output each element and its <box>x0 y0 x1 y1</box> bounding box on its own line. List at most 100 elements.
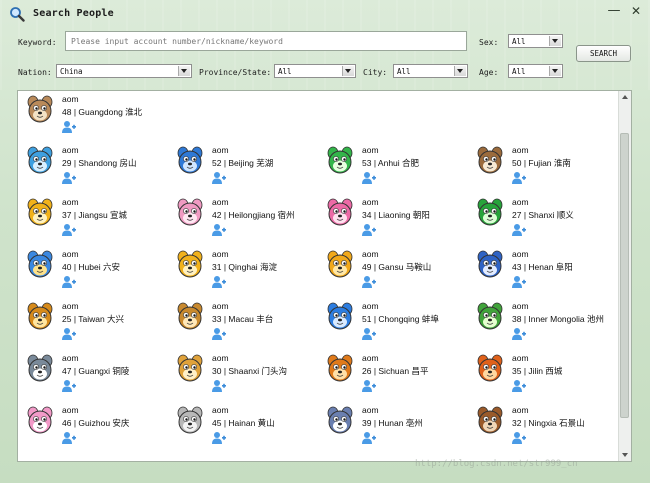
add-friend-icon[interactable] <box>361 379 377 393</box>
mallard-avatar[interactable] <box>475 302 505 332</box>
province-select[interactable]: All <box>274 64 356 78</box>
result-name[interactable]: aom <box>212 197 229 207</box>
sex-select[interactable]: All <box>508 34 563 48</box>
result-card[interactable]: aom 30 | Shaanxi 门头沟 <box>170 351 320 399</box>
add-friend-icon[interactable] <box>211 431 227 445</box>
result-card[interactable]: aom 42 | Heilongjiang 宿州 <box>170 195 320 243</box>
blue-dog-avatar[interactable] <box>175 146 205 176</box>
result-name[interactable]: aom <box>212 405 229 415</box>
result-name[interactable]: aom <box>62 197 79 207</box>
wolf-avatar[interactable] <box>475 250 505 280</box>
add-friend-icon[interactable] <box>211 275 227 289</box>
add-friend-icon[interactable] <box>61 327 77 341</box>
result-name[interactable]: aom <box>212 301 229 311</box>
result-card[interactable]: aom 40 | Hubei 六安 <box>20 247 170 295</box>
result-card[interactable]: aom 35 | Jilin 西城 <box>470 351 620 399</box>
keyword-input[interactable]: Please input account number/nickname/key… <box>65 31 467 51</box>
pig-avatar[interactable] <box>325 198 355 228</box>
result-name[interactable]: aom <box>62 405 79 415</box>
result-card[interactable]: aom 48 | Guangdong 淮北 <box>20 92 170 140</box>
raccoon-avatar[interactable] <box>25 354 55 384</box>
age-select[interactable]: All <box>508 64 563 78</box>
result-name[interactable]: aom <box>512 249 529 259</box>
close-button[interactable]: ✕ <box>628 4 644 18</box>
beaver-avatar[interactable] <box>475 406 505 436</box>
result-name[interactable]: aom <box>212 249 229 259</box>
result-name[interactable]: aom <box>62 145 79 155</box>
add-friend-icon[interactable] <box>361 327 377 341</box>
mouse-avatar[interactable] <box>325 406 355 436</box>
result-card[interactable]: aom 45 | Hainan 黄山 <box>170 403 320 451</box>
result-name[interactable]: aom <box>362 145 379 155</box>
add-friend-icon[interactable] <box>511 223 527 237</box>
result-card[interactable]: aom 25 | Taiwan 大兴 <box>20 299 170 347</box>
result-card[interactable]: aom 52 | Beijing 芜湖 <box>170 143 320 191</box>
result-name[interactable]: aom <box>212 145 229 155</box>
add-friend-icon[interactable] <box>511 379 527 393</box>
result-name[interactable]: aom <box>362 301 379 311</box>
add-friend-icon[interactable] <box>211 379 227 393</box>
result-card[interactable]: aom 32 | Ningxia 石景山 <box>470 403 620 451</box>
result-name[interactable]: aom <box>62 249 79 259</box>
add-friend-icon[interactable] <box>211 327 227 341</box>
result-name[interactable]: aom <box>362 405 379 415</box>
result-card[interactable]: aom 31 | Qinghai 海淀 <box>170 247 320 295</box>
white-cat-photo-avatar[interactable] <box>175 406 205 436</box>
result-card[interactable]: aom 46 | Guizhou 安庆 <box>20 403 170 451</box>
add-friend-icon[interactable] <box>61 171 77 185</box>
hippo-avatar[interactable] <box>325 302 355 332</box>
add-friend-icon[interactable] <box>61 275 77 289</box>
add-friend-icon[interactable] <box>361 431 377 445</box>
nation-select[interactable]: China <box>56 64 192 78</box>
minimize-button[interactable]: — <box>606 4 622 18</box>
monkey-avatar[interactable] <box>175 354 205 384</box>
result-card[interactable]: aom 26 | Sichuan 昌平 <box>320 351 470 399</box>
result-card[interactable]: aom 50 | Fujian 淮南 <box>470 143 620 191</box>
result-name[interactable]: aom <box>512 353 529 363</box>
result-card[interactable]: aom 37 | Jiangsu 宣城 <box>20 195 170 243</box>
result-card[interactable]: aom 33 | Macau 丰台 <box>170 299 320 347</box>
add-friend-icon[interactable] <box>61 120 77 134</box>
cow-avatar[interactable] <box>325 354 355 384</box>
beagle-avatar[interactable] <box>475 146 505 176</box>
duck-avatar[interactable] <box>25 198 55 228</box>
dog-photo-avatar[interactable] <box>25 95 55 125</box>
add-friend-icon[interactable] <box>61 379 77 393</box>
dolphin-avatar[interactable] <box>25 146 55 176</box>
result-name[interactable]: aom <box>362 353 379 363</box>
result-card[interactable]: aom 47 | Guangxi 铜陵 <box>20 351 170 399</box>
result-card[interactable]: aom 27 | Shanxi 顺义 <box>470 195 620 243</box>
city-select[interactable]: All <box>393 64 468 78</box>
result-card[interactable]: aom 51 | Chongqing 蚌埠 <box>320 299 470 347</box>
pink-cat-avatar[interactable] <box>25 406 55 436</box>
green-frog-avatar[interactable] <box>475 198 505 228</box>
add-friend-icon[interactable] <box>361 171 377 185</box>
search-button[interactable]: SEARCH <box>576 45 631 62</box>
result-name[interactable]: aom <box>512 197 529 207</box>
add-friend-icon[interactable] <box>511 327 527 341</box>
result-name[interactable]: aom <box>62 94 79 104</box>
rabbit-avatar[interactable] <box>175 198 205 228</box>
frog-avatar[interactable] <box>325 146 355 176</box>
result-name[interactable]: aom <box>362 197 379 207</box>
add-friend-icon[interactable] <box>211 171 227 185</box>
orange-tiger-avatar[interactable] <box>475 354 505 384</box>
result-name[interactable]: aom <box>62 353 79 363</box>
result-name[interactable]: aom <box>512 405 529 415</box>
tiger-avatar[interactable] <box>25 302 55 332</box>
giraffe-avatar[interactable] <box>175 250 205 280</box>
result-card[interactable]: aom 53 | Anhui 合肥 <box>320 143 470 191</box>
scroll-down-arrow-icon[interactable] <box>622 453 628 457</box>
result-name[interactable]: aom <box>62 301 79 311</box>
add-friend-icon[interactable] <box>211 223 227 237</box>
result-card[interactable]: aom 39 | Hunan 亳州 <box>320 403 470 451</box>
result-name[interactable]: aom <box>512 145 529 155</box>
add-friend-icon[interactable] <box>361 275 377 289</box>
add-friend-icon[interactable] <box>361 223 377 237</box>
result-name[interactable]: aom <box>362 249 379 259</box>
bear-avatar[interactable] <box>175 302 205 332</box>
scroll-up-arrow-icon[interactable] <box>622 95 628 99</box>
result-name[interactable]: aom <box>512 301 529 311</box>
add-friend-icon[interactable] <box>61 431 77 445</box>
result-card[interactable]: aom 34 | Liaoning 朝阳 <box>320 195 470 243</box>
